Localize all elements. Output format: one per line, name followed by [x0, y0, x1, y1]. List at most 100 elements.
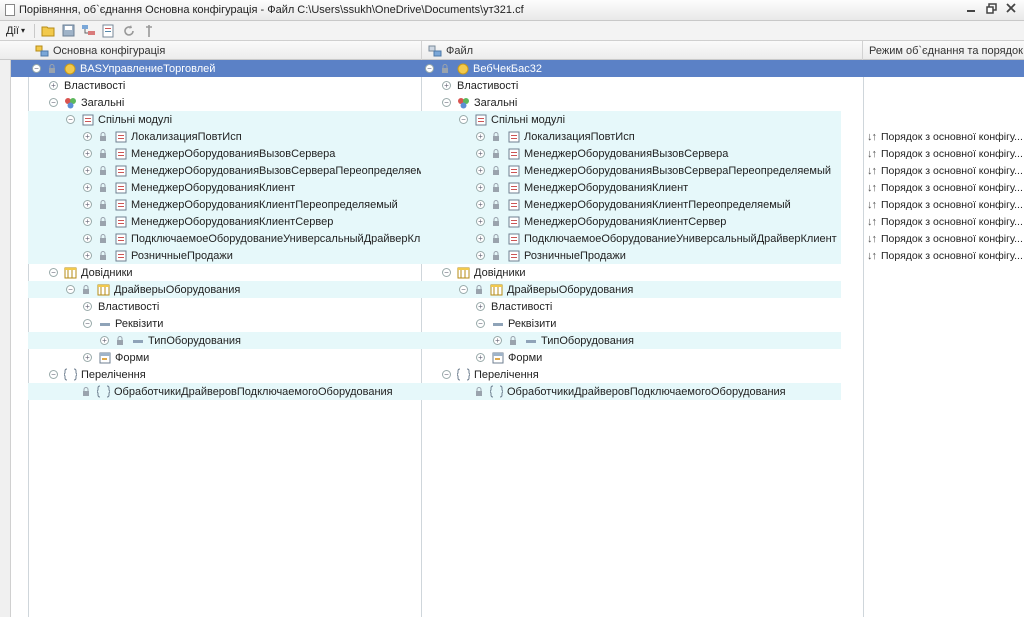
right-tree-cell[interactable]: + ТипОборудования	[421, 332, 839, 349]
left-tree-cell[interactable]: − Реквізити	[28, 315, 421, 332]
right-tree-cell[interactable]: + РозничныеПродажи	[421, 247, 839, 264]
left-tree-cell[interactable]: + ЛокализацияПовтИсп	[28, 128, 421, 145]
expand-icon[interactable]: +	[493, 336, 502, 345]
tree-row[interactable]: − Реквізити − Реквізити	[11, 315, 1024, 332]
tree-row[interactable]: − Спільні модулі − Спільні модулі	[11, 111, 1024, 128]
left-tree-cell[interactable]: − Спільні модулі	[28, 111, 421, 128]
expand-icon[interactable]: +	[476, 217, 485, 226]
save-button[interactable]	[61, 23, 77, 39]
right-tree-cell[interactable]: + МенеджерОборудованияКлиентПереопределяе…	[421, 196, 839, 213]
right-tree-cell[interactable]: − Довідники	[421, 264, 839, 281]
right-tree-cell[interactable]: + МенеджерОборудованияВызовСервераПереопр…	[421, 162, 839, 179]
header-merge-mode[interactable]: Режим об`єднання та порядок ...	[863, 41, 1024, 60]
right-tree-cell[interactable]: + МенеджерОборудованияКлиент	[421, 179, 839, 196]
collapse-icon[interactable]: −	[459, 285, 468, 294]
refresh-button[interactable]	[121, 23, 137, 39]
expand-icon[interactable]: +	[476, 149, 485, 158]
expand-icon[interactable]: +	[100, 336, 109, 345]
tree-row[interactable]: + Форми + Форми	[11, 349, 1024, 366]
tree-row[interactable]: ОбработчикиДрайверовПодключаемогоОборудо…	[11, 383, 1024, 400]
merge-mode-cell[interactable]: ↓↑ Порядок з основної конфігу...	[864, 179, 1024, 196]
left-tree-cell[interactable]: − ДрайверыОборудования	[28, 281, 421, 298]
left-tree-cell[interactable]: + ПодключаемоеОборудованиеУниверсальныйДр…	[28, 230, 421, 247]
collapse-icon[interactable]: −	[476, 319, 485, 328]
right-tree-cell[interactable]: + Властивості	[421, 298, 839, 315]
expand-icon[interactable]: +	[83, 200, 92, 209]
tree-row[interactable]: − Довідники − Довідники	[11, 264, 1024, 281]
expand-icon[interactable]: +	[83, 302, 92, 311]
expand-icon[interactable]: +	[83, 183, 92, 192]
collapse-icon[interactable]: −	[66, 285, 75, 294]
left-tree-cell[interactable]: − Загальні	[28, 94, 421, 111]
tree-row[interactable]: + МенеджерОборудованияКлиент + МенеджерОбор…	[11, 179, 1024, 196]
collapse-icon[interactable]: −	[32, 64, 41, 73]
left-tree-cell[interactable]: + МенеджерОборудованияКлиентПереопределяе…	[28, 196, 421, 213]
left-tree-cell[interactable]: + ТипОборудования	[28, 332, 421, 349]
right-tree-cell[interactable]: + Форми	[421, 349, 839, 366]
right-tree-cell[interactable]: + ЛокализацияПовтИсп	[421, 128, 839, 145]
tree-row[interactable]: − BASУправлениеТорговлей − ВебЧекБас32	[11, 60, 1024, 77]
merge-mode-cell[interactable]: ↓↑ Порядок з основної конфігу...	[864, 128, 1024, 145]
restore-button[interactable]	[984, 3, 998, 17]
collapse-icon[interactable]: −	[442, 268, 451, 277]
header-main-config[interactable]: Основна конфігурація	[29, 41, 422, 60]
merge-mode-cell[interactable]: ↓↑ Порядок з основної конфігу...	[864, 162, 1024, 179]
left-tree-cell[interactable]: + МенеджерОборудованияВызовСервераПереопр…	[28, 162, 421, 179]
right-tree-cell[interactable]: − Спільні модулі	[421, 111, 839, 128]
expand-icon[interactable]: +	[476, 251, 485, 260]
expand-icon[interactable]: +	[476, 132, 485, 141]
left-tree-cell[interactable]: + МенеджерОборудованияВызовСервера	[28, 145, 421, 162]
left-tree-cell[interactable]: + Форми	[28, 349, 421, 366]
left-tree-cell[interactable]: + РозничныеПродажи	[28, 247, 421, 264]
tree-row[interactable]: + МенеджерОборудованияКлиентСервер + Менедж…	[11, 213, 1024, 230]
collapse-icon[interactable]: −	[459, 115, 468, 124]
left-tree-cell[interactable]: − Перелічення	[28, 366, 421, 383]
left-tree-cell[interactable]: ОбработчикиДрайверовПодключаемогоОборудо…	[28, 383, 421, 400]
actions-menu[interactable]: Дії ▾	[3, 25, 28, 37]
right-tree-cell[interactable]: + МенеджерОборудованияВызовСервера	[421, 145, 839, 162]
tree-row[interactable]: − Перелічення − Перелічення	[11, 366, 1024, 383]
expand-icon[interactable]: +	[83, 234, 92, 243]
report-button[interactable]	[101, 23, 117, 39]
tree-row[interactable]: + ТипОборудования + ТипОборудования	[11, 332, 1024, 349]
expand-icon[interactable]: +	[83, 132, 92, 141]
left-tree-cell[interactable]: + МенеджерОборудованияКлиент	[28, 179, 421, 196]
right-tree-cell[interactable]: + ПодключаемоеОборудованиеУниверсальныйДр…	[421, 230, 839, 247]
collapse-icon[interactable]: −	[442, 98, 451, 107]
right-tree-cell[interactable]: − Реквізити	[421, 315, 839, 332]
left-tree-cell[interactable]: + Властивості	[28, 77, 421, 94]
open-folder-button[interactable]	[41, 23, 57, 39]
tree-row[interactable]: + МенеджерОборудованияКлиентПереопределяе…	[11, 196, 1024, 213]
collapse-icon[interactable]: −	[83, 319, 92, 328]
right-tree-cell[interactable]: + Властивості	[421, 77, 839, 94]
tree-row[interactable]: + ПодключаемоеОборудованиеУниверсальныйДр…	[11, 230, 1024, 247]
minimize-button[interactable]	[964, 3, 978, 17]
expand-icon[interactable]: +	[83, 149, 92, 158]
tree-row[interactable]: + МенеджерОборудованияВызовСервераПереопр…	[11, 162, 1024, 179]
merge-mode-cell[interactable]: ↓↑ Порядок з основної конфігу...	[864, 247, 1024, 264]
tree-row[interactable]: + МенеджерОборудованияВызовСервера + Менедж…	[11, 145, 1024, 162]
merge-mode-cell[interactable]: ↓↑ Порядок з основної конфігу...	[864, 145, 1024, 162]
right-tree-cell[interactable]: − ДрайверыОборудования	[421, 281, 839, 298]
right-tree-cell[interactable]: + МенеджерОборудованияКлиентСервер	[421, 213, 839, 230]
expand-icon[interactable]: +	[83, 251, 92, 260]
collapse-icon[interactable]: −	[425, 64, 434, 73]
tree-row[interactable]: + ЛокализацияПовтИсп + ЛокализацияПовтИсп ↓↑…	[11, 128, 1024, 145]
left-tree-cell[interactable]: − BASУправлениеТорговлей	[28, 60, 421, 77]
merge-mode-cell[interactable]: ↓↑ Порядок з основної конфігу...	[864, 213, 1024, 230]
collapse-icon[interactable]: −	[442, 370, 451, 379]
right-tree-cell[interactable]: − Загальні	[421, 94, 839, 111]
expand-icon[interactable]: +	[476, 234, 485, 243]
right-tree-cell[interactable]: − ВебЧекБас32	[421, 60, 839, 77]
collapse-icon[interactable]: −	[49, 370, 58, 379]
expand-icon[interactable]: +	[83, 353, 92, 362]
tree-row[interactable]: − Загальні − Загальні	[11, 94, 1024, 111]
close-button[interactable]	[1004, 3, 1018, 17]
tree-row[interactable]: − ДрайверыОборудования − ДрайверыОборудован…	[11, 281, 1024, 298]
expand-icon[interactable]: +	[476, 353, 485, 362]
tree-row[interactable]: + Властивості + Властивості	[11, 298, 1024, 315]
expand-icon[interactable]: +	[442, 81, 451, 90]
header-file[interactable]: Файл	[422, 41, 863, 60]
expand-icon[interactable]: +	[476, 302, 485, 311]
expand-icon[interactable]: +	[476, 200, 485, 209]
